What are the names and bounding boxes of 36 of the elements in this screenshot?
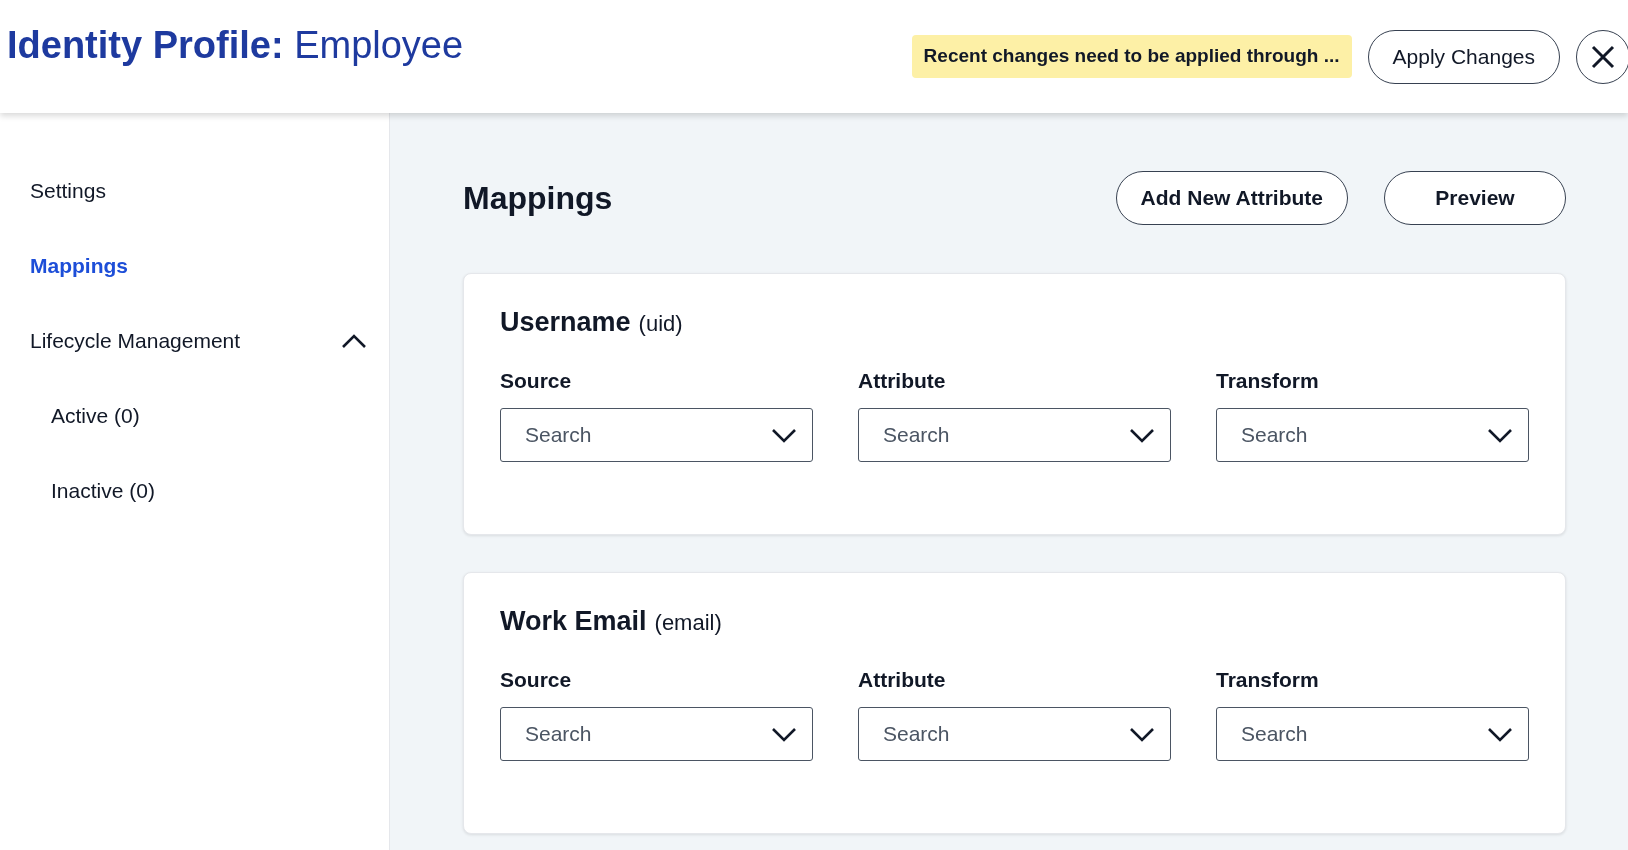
search-dropdown[interactable]: Search xyxy=(1216,408,1529,462)
sidebar-item[interactable]: Lifecycle Management xyxy=(0,303,389,378)
page-title: Identity Profile: Employee xyxy=(7,23,464,68)
chevron-down-icon xyxy=(1487,726,1513,742)
chevron-down-icon xyxy=(1487,427,1513,443)
field-label: Transform xyxy=(1216,367,1320,394)
search-dropdown[interactable]: Search xyxy=(500,707,813,761)
close-button[interactable] xyxy=(1576,29,1628,84)
close-icon xyxy=(1591,44,1615,69)
attribute-key: (email) xyxy=(654,606,722,639)
chevron-down-icon xyxy=(771,726,797,742)
field-label: Source xyxy=(500,666,573,693)
action-button[interactable]: Add New Attribute xyxy=(1115,171,1348,225)
attribute-name: Work Email xyxy=(500,605,647,638)
search-dropdown[interactable]: Search xyxy=(858,408,1171,462)
chevron-down-icon xyxy=(1129,726,1155,742)
attribute-name: Username xyxy=(500,306,631,339)
field-label: Attribute xyxy=(858,666,947,693)
field-label: Transform xyxy=(1216,666,1320,693)
section-title: Mappings xyxy=(463,179,613,218)
action-button[interactable]: Preview xyxy=(1384,171,1566,225)
sidebar-item[interactable]: Settings xyxy=(0,153,389,228)
chevron-down-icon xyxy=(771,427,797,443)
search-dropdown[interactable]: Search xyxy=(858,707,1171,761)
attribute-key: (uid) xyxy=(638,307,683,340)
chevron-down-icon xyxy=(1129,427,1155,443)
sidebar-item[interactable]: Inactive (0) xyxy=(0,453,389,528)
field-label: Attribute xyxy=(858,367,947,394)
sidebar-item[interactable]: Active (0) xyxy=(0,378,389,453)
search-dropdown[interactable]: Search xyxy=(1216,707,1529,761)
field-label: Source xyxy=(500,367,573,394)
chevron-up-icon xyxy=(341,332,367,349)
search-dropdown[interactable]: Search xyxy=(500,408,813,462)
notice-banner: Recent changes need to be applied through ... xyxy=(911,35,1352,78)
sidebar-item[interactable]: Mappings xyxy=(0,228,389,303)
apply-changes-button[interactable]: Apply Changes xyxy=(1367,29,1560,84)
